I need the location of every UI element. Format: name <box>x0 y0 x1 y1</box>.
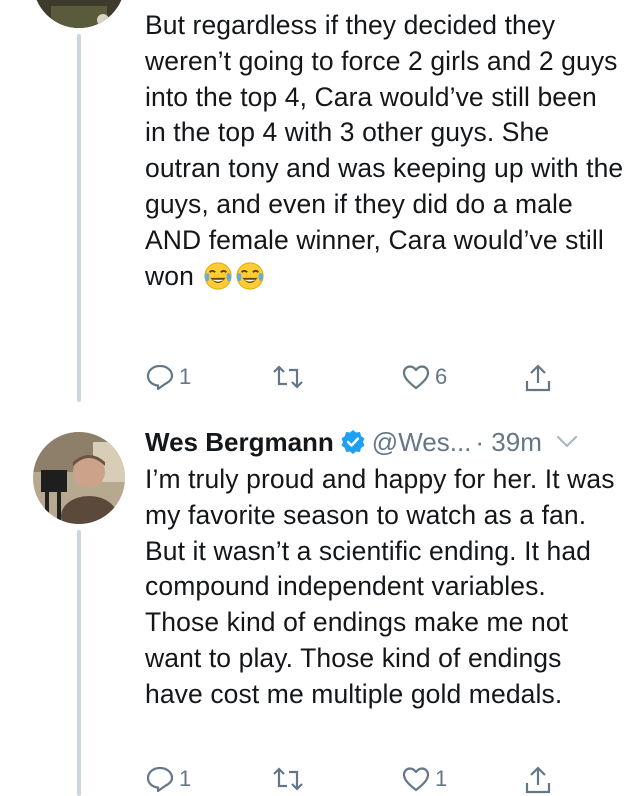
like-button[interactable]: 6 <box>401 362 447 392</box>
like-count: 6 <box>435 364 448 389</box>
like-count: 1 <box>435 766 448 791</box>
tweet-body: But regardless if they decided they were… <box>145 10 624 291</box>
reply-button[interactable]: 1 <box>145 362 191 392</box>
retweet-icon <box>273 767 303 791</box>
reply-count: 1 <box>179 364 192 389</box>
face-with-tears-of-joy-icon <box>236 261 264 290</box>
thread-connector-line <box>77 34 81 402</box>
share-button[interactable] <box>523 362 553 394</box>
heart-icon <box>402 767 430 792</box>
reply-button[interactable]: 1 <box>145 764 191 794</box>
heart-icon <box>402 365 430 390</box>
retweet-button[interactable] <box>271 764 309 794</box>
emoji-group <box>194 261 265 291</box>
share-icon <box>525 766 551 794</box>
avatar[interactable] <box>33 0 125 28</box>
tweet-actions: 1 6 <box>145 362 585 402</box>
face-with-tears-of-joy-icon <box>204 261 232 290</box>
reply-icon <box>146 364 174 391</box>
retweet-icon <box>273 365 303 389</box>
retweet-button[interactable] <box>271 362 309 392</box>
reply-icon <box>146 766 174 793</box>
share-icon <box>525 364 551 392</box>
tweet-header: Wes Bergmann @Wes... · 39m <box>145 424 615 460</box>
tweet-text: But regardless if they decided they were… <box>145 8 625 294</box>
author-name[interactable]: Wes Bergmann <box>145 427 334 458</box>
avatar[interactable] <box>33 432 125 524</box>
tweet-text: I’m truly proud and happy for her. It wa… <box>145 464 615 709</box>
chevron-down-icon[interactable] <box>556 435 578 449</box>
thread-connector-line <box>77 530 81 796</box>
share-button[interactable] <box>523 764 553 796</box>
tweet-actions: 1 1 <box>145 764 585 796</box>
author-handle[interactable]: @Wes... <box>372 427 472 458</box>
tweet-timestamp[interactable]: · 39m <box>475 427 541 458</box>
like-button[interactable]: 1 <box>401 764 447 794</box>
reply-count: 1 <box>179 766 192 791</box>
verified-badge-icon <box>341 430 365 454</box>
